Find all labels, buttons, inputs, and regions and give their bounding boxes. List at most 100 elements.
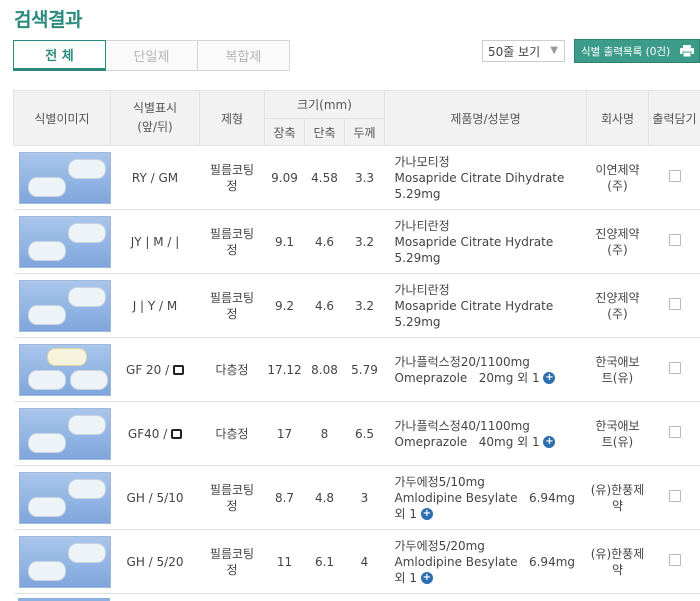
rows-per-page-label: 50줄 보기 [488, 44, 541, 59]
manufacturer-logo-icon [171, 429, 183, 439]
company-cell: 한국애보트(유) [586, 401, 649, 466]
thickness-cell: 4 [344, 529, 385, 594]
ingredient-name: Mosapride Citrate Hydrate [394, 298, 554, 313]
ingredient-name: Omeprazole [394, 434, 468, 449]
marking-cell: GF 20 / [110, 337, 200, 402]
company-name: (유)한풍제약 [590, 546, 645, 577]
print-checkbox[interactable] [668, 490, 681, 502]
pill-image-cell [13, 401, 111, 466]
ingredient-name: Amlodipine Besylate [394, 490, 518, 505]
print-cell [648, 465, 700, 530]
length-cell: 9.2 [264, 273, 305, 338]
more-ingredients-icon[interactable]: + [420, 508, 433, 520]
print-cell [648, 529, 700, 594]
pill-image[interactable] [18, 343, 111, 396]
header-marking: 식별표시 (앞/뒤) [110, 90, 200, 146]
header-thickness: 두께 [344, 118, 385, 146]
pill-image[interactable] [18, 407, 111, 460]
print-checkbox[interactable] [668, 426, 681, 438]
pill-image[interactable] [18, 535, 111, 588]
header-image: 식별이미지 [13, 90, 111, 146]
company-name: 진양제약(주) [595, 290, 640, 321]
product-name-link[interactable]: 가나티란정 [395, 283, 450, 297]
print-cell [648, 145, 700, 210]
form-text: 필름코팅정 [209, 290, 255, 321]
table-row: GF40 / 다층정 17 8 6.5 가나플럭스정40/1100mg Omep… [13, 401, 700, 466]
print-checkbox[interactable] [668, 234, 681, 246]
product-cell: 가나플럭스정20/1100mg Omeprazole 20mg 외 1 + [384, 337, 587, 402]
pill-image-cell [13, 145, 111, 210]
form-cell: 필름코팅정 [199, 273, 265, 338]
ingredient-name: Omeprazole [394, 370, 468, 385]
product-name-link[interactable]: 가두에정5/20mg [395, 539, 485, 553]
table-row: GH / 5/10 필름코팅정 8.7 4.8 3 가두에정5/10mg Aml… [13, 465, 700, 530]
thickness-cell: 5.79 [344, 337, 385, 402]
print-checkbox[interactable] [668, 554, 681, 566]
header-form: 제형 [199, 90, 265, 146]
results-table: 식별이미지 식별표시 (앞/뒤) 제형 크기(mm) 제품명/성분명 회사명 출… [13, 90, 700, 594]
marking-cell: RY / GM [110, 145, 200, 210]
chevron-down-icon: ▼ [550, 45, 558, 56]
pill-image-cell [13, 337, 111, 402]
form-cell: 필름코팅정 [199, 465, 265, 530]
width-cell: 8.08 [304, 337, 345, 402]
pill-image[interactable] [18, 151, 111, 204]
pill-shape [67, 478, 106, 499]
pill-image-cell [13, 273, 111, 338]
form-text: 필름코팅정 [209, 482, 255, 513]
product-name-link[interactable]: 가나모티정 [395, 155, 450, 169]
product-name-link[interactable]: 가나플럭스정40/1100mg [395, 419, 530, 433]
form-text: 다층정 [215, 362, 249, 377]
print-list-button[interactable]: 식별 출력목록 (0건) [574, 39, 700, 63]
print-checkbox[interactable] [668, 362, 681, 374]
print-checkbox[interactable] [668, 170, 681, 182]
pill-shape [27, 176, 66, 197]
tab-combination[interactable]: 복합제 [198, 40, 290, 71]
print-list-label: 식별 출력목록 (0건) [581, 45, 671, 58]
marking-text: RY / GM [131, 170, 179, 185]
pill-image[interactable] [18, 279, 111, 332]
product-name-link[interactable]: 가두에정5/10mg [395, 475, 485, 489]
pill-shape [67, 542, 106, 563]
table-row: GF 20 / 다층정 17.12 8.08 5.79 가나플럭스정20/110… [13, 337, 700, 402]
company-name: 진양제약(주) [595, 226, 640, 257]
ingredient-dose: 5.29mg [394, 186, 441, 201]
pill-image-cell [13, 529, 111, 594]
pill-image[interactable] [18, 471, 111, 524]
more-ingredients-icon[interactable]: + [543, 372, 556, 384]
form-cell: 다층정 [199, 401, 265, 466]
width-cell: 4.8 [304, 465, 345, 530]
ingredient-name: Mosapride Citrate Hydrate [394, 234, 554, 249]
tab-single[interactable]: 단일제 [106, 40, 198, 71]
length-cell: 8.7 [264, 465, 305, 530]
company-name: 이연제약(주) [595, 162, 640, 193]
marking-cell: JY | M / | [110, 209, 200, 274]
product-name-link[interactable]: 가나플럭스정20/1100mg [395, 355, 530, 369]
header-name: 제품명/성분명 [384, 90, 587, 146]
ingredient-name: Amlodipine Besylate [394, 554, 518, 569]
company-cell: (유)한풍제약 [586, 465, 649, 530]
product-cell: 가두에정5/10mg Amlodipine Besylate 6.94mg 외 … [384, 465, 587, 530]
pill-shape [27, 240, 66, 261]
width-cell: 8 [304, 401, 345, 466]
form-cell: 필름코팅정 [199, 209, 265, 274]
marking-cell: GF40 / [110, 401, 200, 466]
company-name: (유)한풍제약 [590, 482, 645, 513]
company-name: 한국애보트(유) [595, 354, 640, 385]
more-ingredients-icon[interactable]: + [420, 572, 433, 584]
company-cell: 진양제약(주) [586, 273, 649, 338]
more-ingredients-icon[interactable]: + [543, 436, 556, 448]
product-cell: 가나티란정 Mosapride Citrate Hydrate 5.29mg [384, 273, 587, 338]
length-cell: 17.12 [264, 337, 305, 402]
tab-all[interactable]: 전 체 [13, 40, 106, 71]
rows-per-page-select[interactable]: 50줄 보기 ▼ [482, 40, 565, 62]
printer-icon [680, 45, 694, 57]
print-checkbox[interactable] [668, 298, 681, 310]
header-marking-line2: (앞/뒤) [137, 120, 173, 134]
header-print: 출력담기 [648, 90, 700, 146]
pill-shape [67, 158, 106, 179]
product-cell: 가나티란정 Mosapride Citrate Hydrate 5.29mg [384, 209, 587, 274]
product-name-link[interactable]: 가나티란정 [395, 219, 450, 233]
table-row: GH / 5/20 필름코팅정 11 6.1 4 가두에정5/20mg Amlo… [13, 529, 700, 594]
pill-image[interactable] [18, 215, 111, 268]
